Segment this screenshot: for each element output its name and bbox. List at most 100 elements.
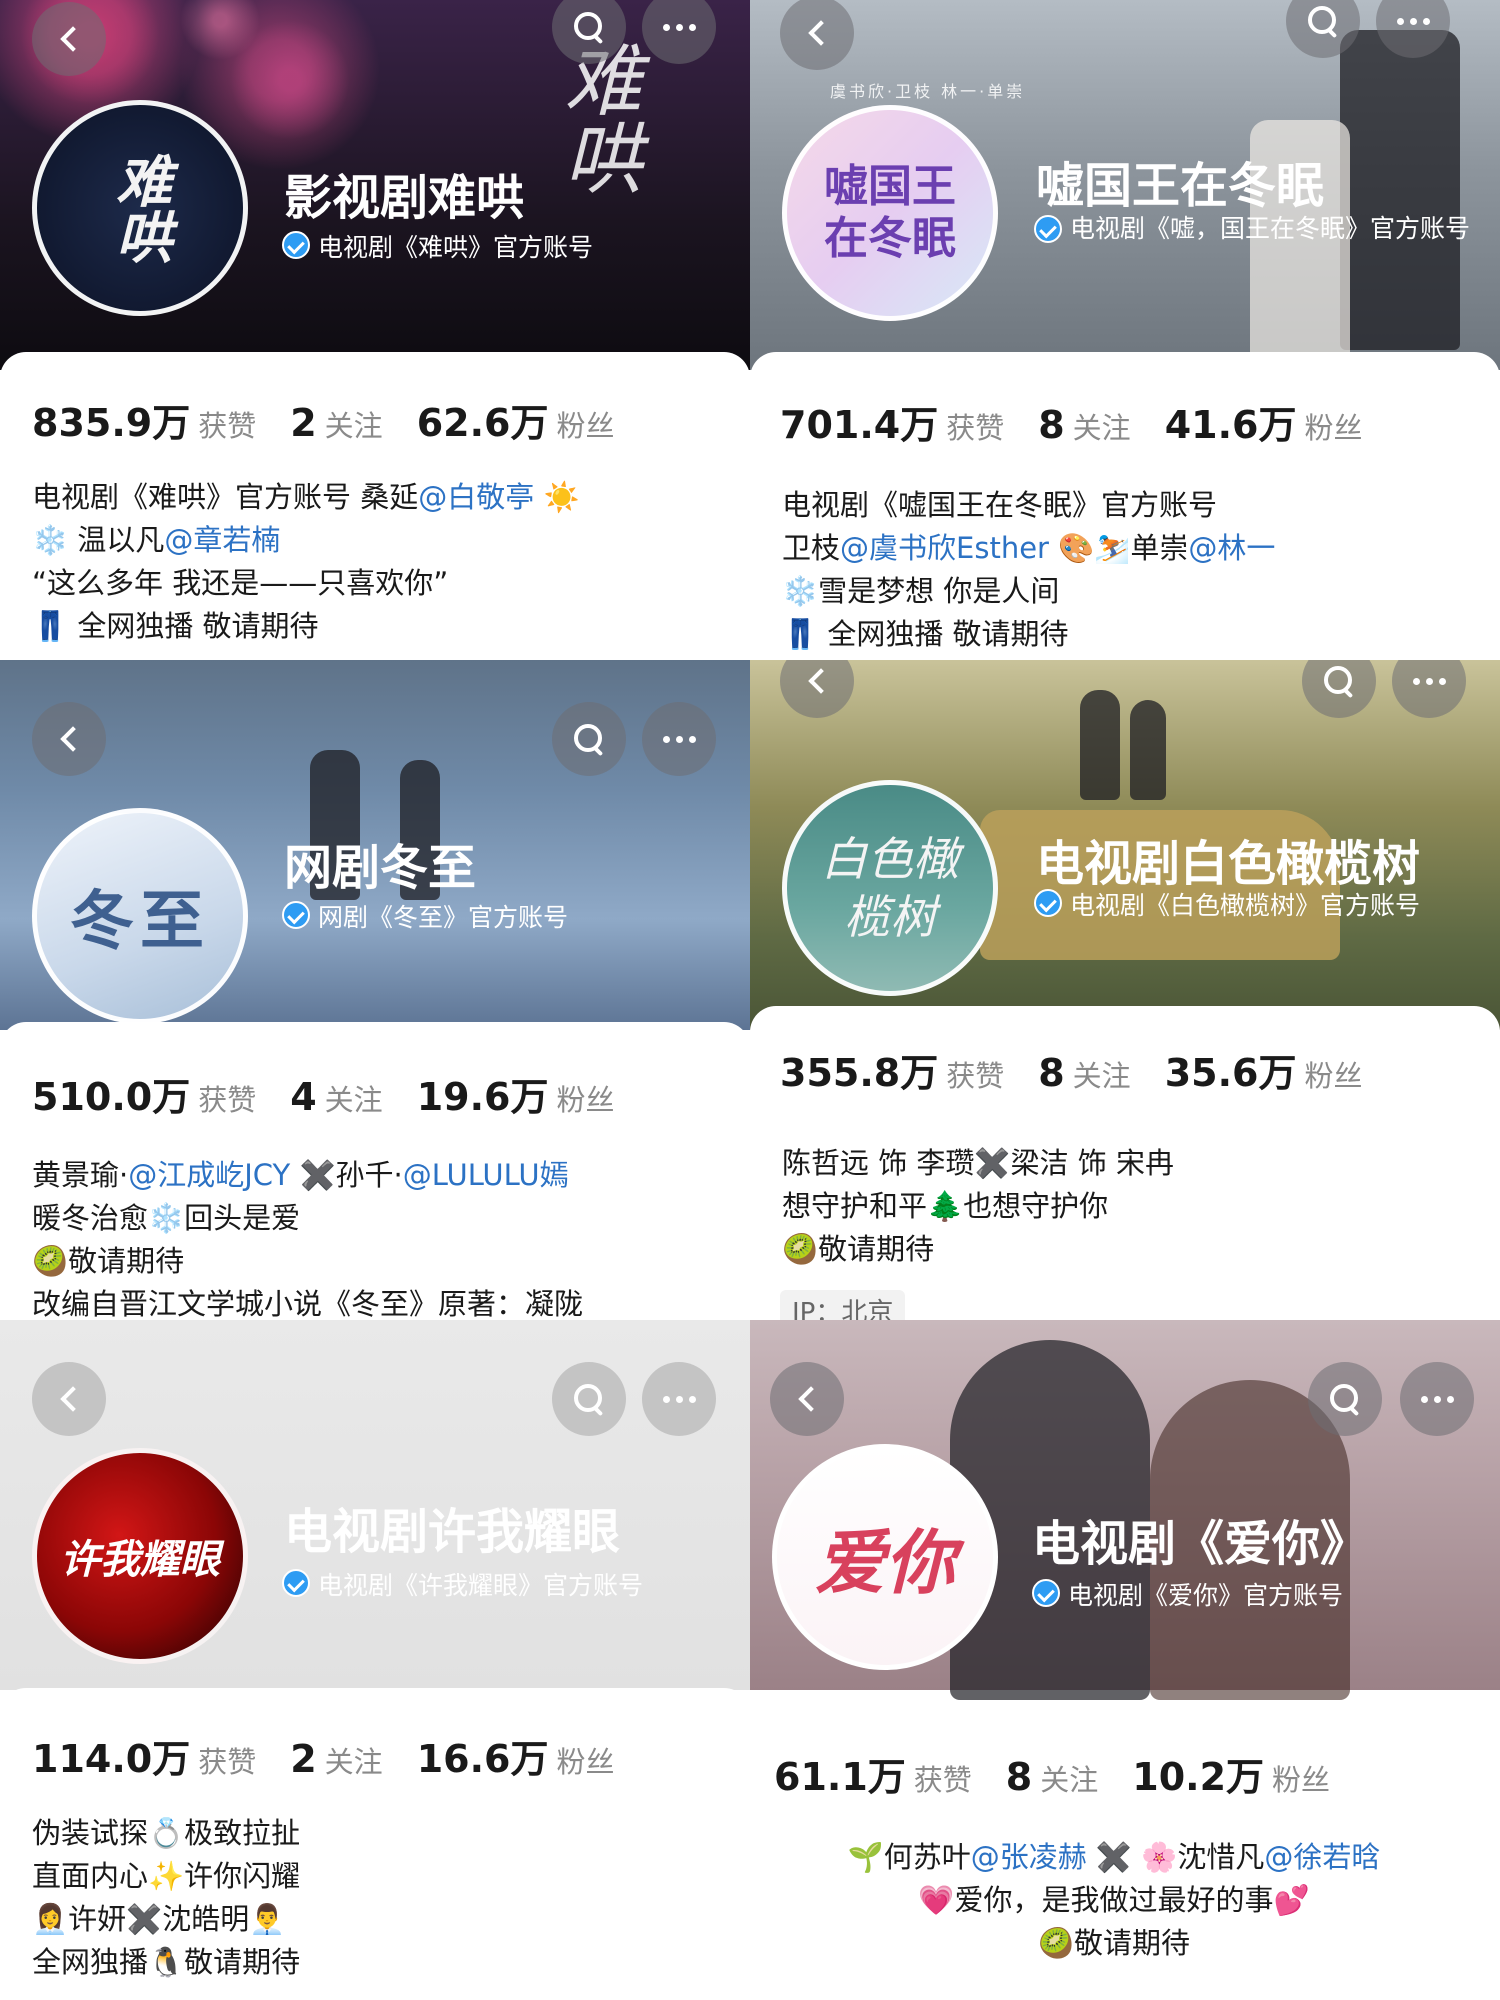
stats-row: 114.0万 获赞 2 关注 16.6万 粉丝 (32, 1728, 648, 1783)
following-label: 关注 (1040, 1763, 1099, 1797)
followers-count-group[interactable]: 19.6万 粉丝 (417, 1066, 649, 1121)
following-count-group[interactable]: 4 关注 (290, 1075, 416, 1119)
ip-location-label: IP：北京 (780, 1290, 906, 1320)
avatar[interactable]: 冬至 (32, 808, 248, 1024)
likes-label: 获赞 (198, 1083, 257, 1117)
avatar-logo-text: 冬至 (70, 884, 210, 959)
avatar[interactable]: 爱你 (772, 1444, 998, 1670)
bio-line: 🌱何苏叶@张凌赫 ✖️ 🌸沈惜凡@徐若晗 (774, 1836, 1454, 1879)
likes-count: 510.0万 (32, 1075, 191, 1119)
likes-count-group[interactable]: 835.9万 获赞 (32, 392, 290, 447)
back-button[interactable] (32, 1362, 106, 1436)
back-button[interactable] (32, 2, 106, 76)
followers-label: 粉丝 (556, 409, 615, 443)
cover-title-art: 难哄 (551, 40, 641, 196)
avatar[interactable]: 许我耀眼 (32, 1448, 248, 1664)
bio-text: 陈哲远 饰 李瓒✖️梁洁 饰 宋冉 想守护和平🌲也想守护你 🥝敬请期待 (782, 1142, 1174, 1271)
more-dots-icon (1412, 677, 1446, 685)
verified-text: 网剧《冬至》官方账号 (318, 903, 569, 932)
mention-link[interactable]: @LULULU嫣 (403, 1158, 569, 1192)
following-count-group[interactable]: 8 关注 (1006, 1755, 1132, 1799)
profile-panel: 冬至 网剧冬至 网剧《冬至》官方账号 510.0万 获赞 4 关注 19.6万 粉丝 黄景瑜·@江… (0, 660, 750, 1320)
verified-text: 电视剧《爱你》官方账号 (1068, 1581, 1344, 1610)
following-count-group[interactable]: 8 关注 (1038, 403, 1164, 447)
search-icon (1330, 1384, 1360, 1414)
search-icon (574, 724, 604, 754)
following-count: 2 (290, 401, 317, 445)
verified-badge-icon (1034, 889, 1062, 917)
following-count-group[interactable]: 2 关注 (290, 401, 416, 445)
mention-link[interactable]: @徐若晗 (1264, 1840, 1380, 1874)
likes-count-group[interactable]: 510.0万 获赞 (32, 1066, 290, 1121)
followers-label: 粉丝 (1304, 1059, 1363, 1093)
account-name: 嘘国王在冬眠 (1036, 158, 1325, 214)
back-button[interactable] (32, 702, 106, 776)
likes-count-group[interactable]: 114.0万 获赞 (32, 1728, 290, 1783)
bio-segment: 全网独播🐧敬请期待 (32, 1945, 301, 1979)
followers-count: 19.6万 (416, 1075, 549, 1119)
more-button[interactable] (1400, 1362, 1474, 1436)
search-button[interactable] (552, 1362, 626, 1436)
search-button[interactable] (1308, 1362, 1382, 1436)
followers-count-group[interactable]: 41.6万 粉丝 (1165, 394, 1397, 449)
bio-text: 伪装试探💍极致拉扯 直面内心✨许你闪耀 👩‍💼许妍✖️沈皓明👨‍💼 全网独播🐧敬请期待 (32, 1812, 300, 1984)
avatar[interactable]: 嘘国王在冬眠 (782, 105, 998, 321)
person-silhouette (1340, 30, 1460, 350)
bio-line: 🥝敬请期待 (774, 1922, 1454, 1965)
likes-count-group[interactable]: 701.4万 获赞 (780, 394, 1038, 449)
avatar[interactable]: 难哄 (32, 100, 248, 316)
followers-count-group[interactable]: 16.6万 粉丝 (417, 1728, 649, 1783)
bio-segment: 电视剧《嘘国王在冬眠》官方账号 (782, 488, 1218, 522)
bio-line: 黄景瑜·@江成屹JCY ✖️孙千·@LULULU嫣 (32, 1154, 583, 1197)
followers-count-group[interactable]: 62.6万 粉丝 (417, 392, 649, 447)
bio-text: 黄景瑜·@江成屹JCY ✖️孙千·@LULULU嫣 暖冬治愈❄️回头是爱 🥝敬请期待… (32, 1154, 583, 1320)
mention-link[interactable]: @虞书欣Esther (840, 531, 1049, 565)
more-button[interactable] (642, 1362, 716, 1436)
likes-count-group[interactable]: 61.1万 获赞 (774, 1746, 1006, 1801)
profile-panel: 难哄 难哄 影视剧难哄 电视剧《难哄》官方账号 835.9万 获赞 2 关注 62.6万 粉丝 电视… (0, 0, 750, 660)
bio-text: 🌱何苏叶@张凌赫 ✖️ 🌸沈惜凡@徐若晗 💗爱你，是我做过最好的事💕 🥝敬请期待 (774, 1836, 1454, 1965)
back-button[interactable] (770, 1362, 844, 1436)
search-button[interactable] (552, 702, 626, 776)
bio-segment: 👖 全网独播 敬请期待 (32, 609, 319, 643)
following-label: 关注 (324, 409, 383, 443)
following-label: 关注 (1072, 1059, 1131, 1093)
verified-text: 电视剧《难哄》官方账号 (318, 233, 594, 262)
likes-count-group[interactable]: 355.8万 获赞 (780, 1042, 1038, 1097)
mention-link[interactable]: @张凌赫 (971, 1840, 1087, 1874)
bio-line: 🥝敬请期待 (32, 1240, 583, 1283)
followers-count: 35.6万 (1164, 1051, 1297, 1095)
mention-link[interactable]: @章若楠 (164, 523, 280, 557)
bio-segment: 👖 全网独播 敬请期待 (782, 617, 1069, 651)
bio-line: 💗爱你，是我做过最好的事💕 (774, 1879, 1454, 1922)
profile-panel: 许我耀眼 电视剧许我耀眼 电视剧《许我耀眼》官方账号 114.0万 获赞 2 关注 16.6万… (0, 1320, 750, 2000)
profile-info-card: 701.4万 获赞 8 关注 41.6万 粉丝 电视剧《嘘国王在冬眠》官方账号 卫枝@虞书欣E… (750, 352, 1500, 660)
bio-segment: 直面内心✨许你闪耀 (32, 1859, 301, 1893)
avatar[interactable]: 白色橄榄树 (782, 780, 998, 996)
followers-count-group[interactable]: 10.2万 粉丝 (1132, 1746, 1364, 1801)
verified-badge-icon (282, 1569, 310, 1597)
likes-count: 114.0万 (32, 1737, 191, 1781)
mention-link[interactable]: @江成屹JCY (128, 1158, 290, 1192)
chevron-left-icon (60, 726, 86, 752)
verified-description: 电视剧《难哄》官方账号 (282, 228, 593, 264)
following-count-group[interactable]: 8 关注 (1038, 1051, 1164, 1095)
following-count: 8 (1038, 1051, 1065, 1095)
account-name: 网剧冬至 (284, 840, 477, 896)
bio-segment: ✖️孙千· (290, 1158, 403, 1192)
followers-count-group[interactable]: 35.6万 粉丝 (1165, 1042, 1397, 1097)
profile-info-card: 510.0万 获赞 4 关注 19.6万 粉丝 黄景瑜·@江成屹JCY ✖️孙千·@LULU… (0, 1022, 750, 1320)
likes-count: 701.4万 (780, 403, 939, 447)
following-count-group[interactable]: 2 关注 (290, 1737, 416, 1781)
mention-link[interactable]: @白敬亭 (418, 480, 534, 514)
followers-label: 粉丝 (556, 1745, 615, 1779)
verified-description: 电视剧《嘘，国王在冬眠》官方账号 (1034, 212, 1474, 246)
mention-link[interactable]: @林一 (1188, 531, 1275, 565)
verified-description: 电视剧《白色橄榄树》官方账号 (1034, 886, 1420, 922)
bio-segment: ✖️ 🌸沈惜凡 (1086, 1840, 1265, 1874)
bio-segment: 电视剧《难哄》官方账号 桑延 (32, 480, 419, 514)
likes-label: 获赞 (913, 1763, 972, 1797)
bio-segment: 🌱何苏叶 (847, 1840, 971, 1874)
likes-label: 获赞 (946, 1059, 1005, 1093)
more-button[interactable] (642, 702, 716, 776)
